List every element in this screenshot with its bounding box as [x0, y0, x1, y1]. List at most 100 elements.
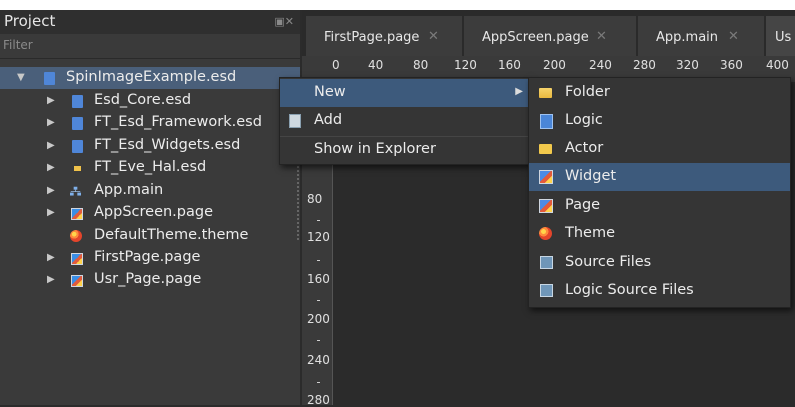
add-icon [289, 114, 301, 128]
menu-item-label: Actor [565, 140, 604, 156]
page-icon [539, 199, 553, 213]
menu-item-label: New [314, 84, 346, 100]
tree-item-ft-esd-widgets[interactable]: ▶ FT_Esd_Widgets.esd [0, 135, 300, 157]
menu-item-label: Folder [565, 84, 610, 100]
esd-file-icon [72, 95, 83, 108]
tab-label: App.main [656, 30, 719, 45]
folder-icon [539, 88, 552, 98]
tab-label: AppScreen.page [482, 30, 589, 45]
page-icon [71, 208, 83, 220]
tab-bar: FirstPage.page ✕ AppScreen.page ✕ App.ma… [302, 16, 795, 56]
menu-item-actor[interactable]: Actor [529, 135, 790, 163]
esd-file-icon [72, 140, 83, 153]
tree-item-esd-core[interactable]: ▶ Esd_Core.esd [0, 90, 300, 112]
tree-item-defaulttheme[interactable]: DefaultTheme.theme [0, 225, 300, 247]
tab-firstpage[interactable]: FirstPage.page ✕ [306, 16, 463, 56]
theme-icon [70, 230, 82, 242]
tree-item-app-main[interactable]: ▶ App.main [0, 180, 300, 202]
menu-item-label: Widget [565, 168, 617, 184]
menu-item-label: Logic [565, 112, 603, 128]
tree-item-ft-eve-hal[interactable]: ▶ FT_Eve_Hal.esd [0, 157, 300, 179]
tree-item-label: Usr_Page.page [94, 271, 202, 287]
expand-arrow-icon[interactable]: ▶ [47, 162, 55, 173]
tab-label: FirstPage.page [324, 30, 420, 45]
collapse-arrow-icon[interactable]: ▼ [17, 72, 25, 83]
tab-label: Us [775, 30, 792, 45]
project-header: Project ▣✕ [0, 10, 300, 34]
ruler-tick [317, 300, 320, 301]
menu-item-label: Logic Source Files [565, 282, 694, 298]
close-icon[interactable]: ✕ [728, 29, 739, 44]
project-panel: Project ▣✕ ▼ SpinImageExample.esd ▶ Esd_… [0, 10, 300, 405]
tree-item-usr-page[interactable]: ▶ Usr_Page.page [0, 269, 300, 291]
filter-input[interactable] [2, 36, 295, 54]
expand-arrow-icon[interactable]: ▶ [47, 252, 55, 263]
logic-icon [540, 114, 553, 129]
ruler-label: 80 [307, 192, 323, 206]
ruler-label: 400 [766, 58, 789, 72]
ruler-tick [317, 340, 320, 341]
ruler-label: 160 [498, 58, 521, 72]
ruler-label: 160 [307, 272, 330, 286]
ruler-label: 360 [720, 58, 743, 72]
menu-item-show-in-explorer[interactable]: Show in Explorer [280, 136, 529, 164]
expand-arrow-icon[interactable]: ▶ [47, 95, 55, 106]
tree-item-label: DefaultTheme.theme [94, 227, 249, 243]
menu-item-page[interactable]: Page [529, 192, 790, 220]
hierarchy-icon [70, 186, 81, 196]
top-window-strip [0, 0, 795, 10]
expand-arrow-icon[interactable]: ▶ [47, 207, 55, 218]
tree-item-label: FT_Esd_Widgets.esd [94, 137, 241, 153]
menu-item-label: Add [314, 112, 343, 128]
tree-item-label: SpinImageExample.esd [66, 69, 237, 85]
tab-app-main[interactable]: App.main ✕ [638, 16, 765, 56]
ruler-label: 80 [413, 58, 429, 72]
tree-item-ft-esd-framework[interactable]: ▶ FT_Esd_Framework.esd [0, 112, 300, 134]
filter-row [0, 34, 300, 59]
ruler-label: 40 [368, 58, 384, 72]
menu-item-add[interactable]: Add [280, 107, 529, 135]
ruler-label: 240 [307, 353, 330, 367]
menu-item-widget[interactable]: Widget [529, 163, 790, 191]
esd-file-icon [72, 117, 83, 130]
menu-item-new[interactable]: New ▶ [280, 79, 529, 107]
menu-item-theme[interactable]: Theme [529, 220, 790, 248]
ruler-label: 200 [543, 58, 566, 72]
tree-item-appscreen-page[interactable]: ▶ AppScreen.page [0, 202, 300, 224]
expand-arrow-icon[interactable]: ▶ [47, 140, 55, 151]
page-icon [71, 275, 83, 287]
theme-icon [539, 227, 552, 240]
ruler-label: 280 [633, 58, 656, 72]
tree-item-label: Esd_Core.esd [94, 92, 192, 108]
menu-item-logic[interactable]: Logic [529, 107, 790, 135]
menu-item-logic-source-files[interactable]: Logic Source Files [529, 277, 790, 305]
ruler-label: 120 [307, 230, 330, 244]
new-submenu: Folder Logic Actor Widget Page Theme Sou… [528, 77, 791, 308]
submenu-arrow-icon: ▶ [515, 86, 523, 97]
close-icon[interactable]: ✕ [428, 29, 439, 44]
menu-item-source-files[interactable]: Source Files [529, 249, 790, 277]
tree-item-label: FT_Eve_Hal.esd [94, 159, 207, 175]
page-icon [71, 253, 83, 265]
menu-item-label: Page [565, 197, 601, 213]
tree-item-firstpage[interactable]: ▶ FirstPage.page [0, 247, 300, 269]
widget-icon [539, 170, 553, 184]
source-files-icon [540, 256, 553, 269]
ruler-tick [317, 220, 320, 221]
logic-source-files-icon [540, 284, 553, 297]
tab-usr[interactable]: Us [766, 16, 795, 56]
esd-file-icon [44, 72, 55, 85]
tab-appscreen[interactable]: AppScreen.page ✕ [464, 16, 637, 56]
esd-file-icon [74, 166, 81, 171]
close-icon[interactable]: ✕ [596, 29, 607, 44]
tree-item-label: FirstPage.page [94, 249, 201, 265]
tree-item-spinimageexample[interactable]: ▼ SpinImageExample.esd [0, 67, 300, 89]
actor-icon [539, 144, 552, 154]
expand-arrow-icon[interactable]: ▶ [47, 117, 55, 128]
expand-arrow-icon[interactable]: ▶ [47, 185, 55, 196]
expand-arrow-icon[interactable]: ▶ [47, 274, 55, 285]
menu-item-label: Source Files [565, 254, 652, 270]
menu-item-folder[interactable]: Folder [529, 79, 790, 107]
panel-window-buttons[interactable]: ▣✕ [274, 15, 294, 28]
tree-item-label: App.main [94, 182, 164, 198]
